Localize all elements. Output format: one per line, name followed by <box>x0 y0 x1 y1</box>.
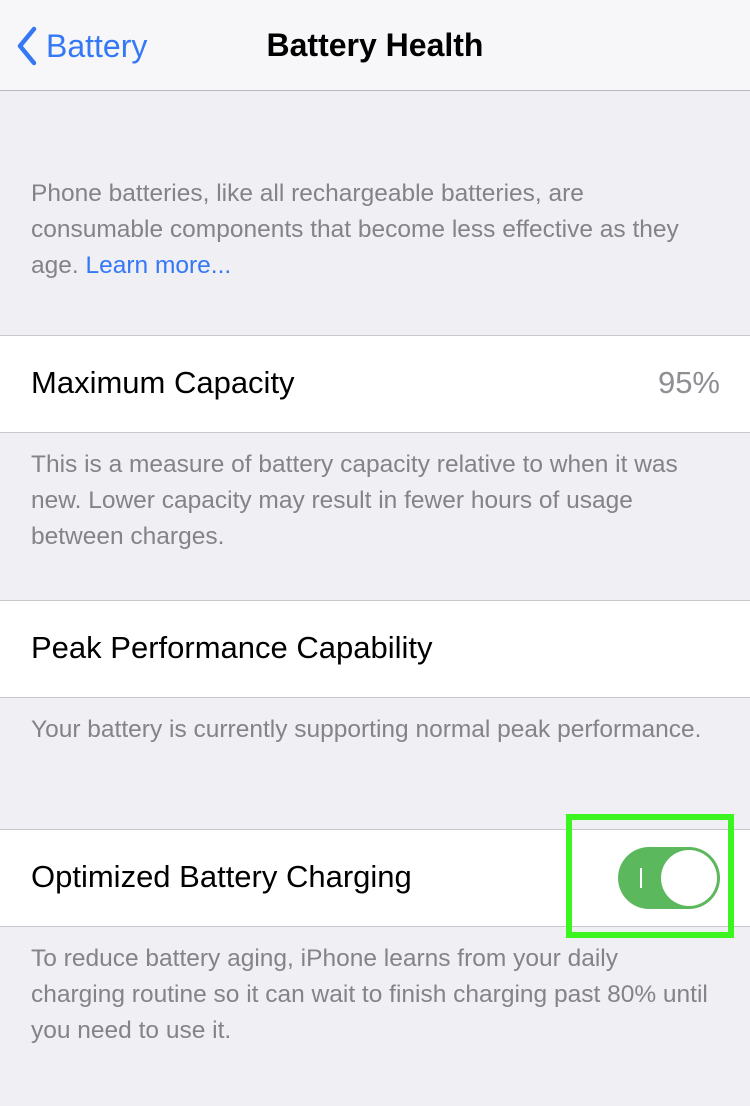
peak-performance-footer: Your battery is currently supporting nor… <box>31 716 702 743</box>
maximum-capacity-row: Maximum Capacity 95% <box>0 335 750 433</box>
intro-text: Phone batteries, like all rechargeable b… <box>31 176 710 284</box>
navigation-bar: Battery Battery Health <box>0 0 750 91</box>
peak-performance-row: Peak Performance Capability <box>0 600 750 698</box>
page-title: Battery Health <box>266 27 484 63</box>
maximum-capacity-value: 95% <box>657 365 720 400</box>
optimized-charging-footer: To reduce battery aging, iPhone learns f… <box>31 945 708 1044</box>
maximum-capacity-label: Maximum Capacity <box>31 365 295 400</box>
maximum-capacity-footer: This is a measure of battery capacity re… <box>31 451 678 550</box>
learn-more-link[interactable]: Learn more... <box>86 252 232 279</box>
peak-performance-label: Peak Performance Capability <box>31 630 433 665</box>
highlight-box <box>566 814 734 938</box>
optimized-charging-label: Optimized Battery Charging <box>31 859 412 894</box>
